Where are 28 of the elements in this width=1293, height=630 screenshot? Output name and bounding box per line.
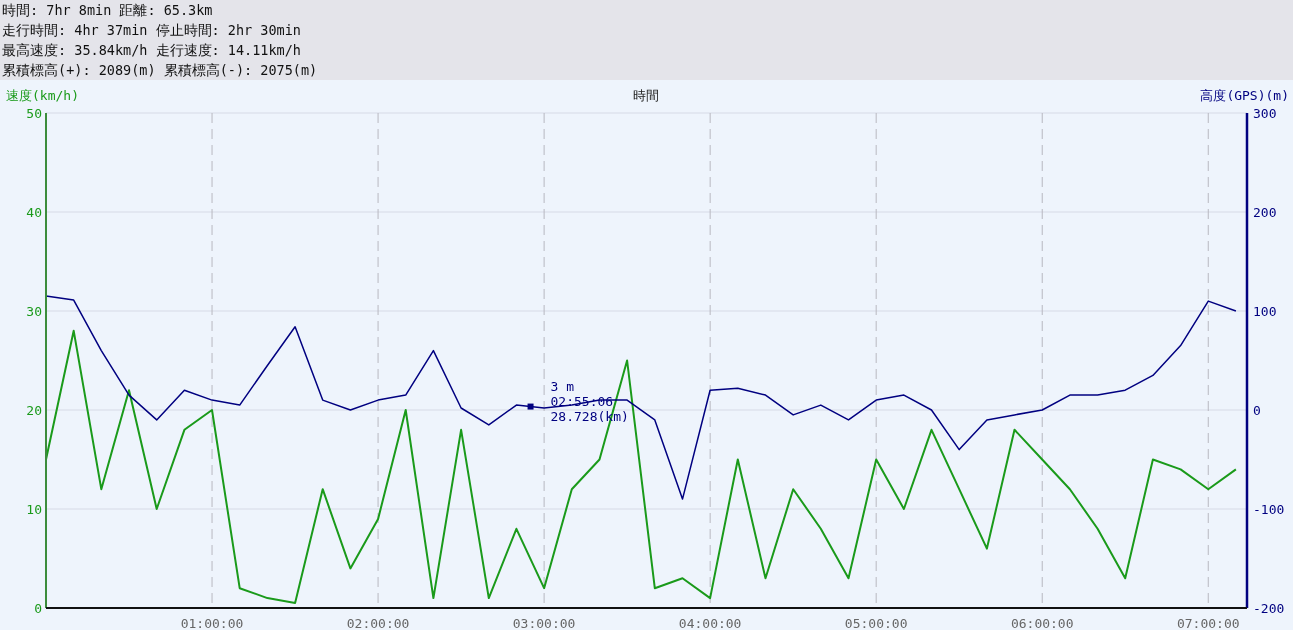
axis-tick-label: 0: [1253, 403, 1261, 418]
axis-tick-label: 50: [26, 106, 42, 121]
axis-tick-label: 200: [1253, 205, 1277, 220]
summary-text: 累積標高(+): 2089(m) 累積標高(-): 2075(m): [2, 61, 319, 80]
axis-tick-label: 05:00:00: [844, 616, 908, 630]
axis-tick-label: 04:00:00: [678, 616, 742, 630]
cursor-marker: [527, 403, 534, 410]
summary-text: 時間: 7hr 8min 距離: 65.3km: [2, 1, 214, 20]
axis-tick-label: 01:00:00: [180, 616, 244, 630]
y-axis-title: 高度(GPS)(m): [1200, 88, 1289, 103]
y-axis-title: 速度(km/h): [6, 88, 79, 103]
axis-tick-label: -200: [1253, 601, 1285, 616]
x-axis-title: 時間: [633, 88, 659, 103]
axis-tick-label: 10: [26, 502, 42, 517]
axis-tick-label: 40: [26, 205, 42, 220]
axis-tick-label: 06:00:00: [1010, 616, 1074, 630]
axis-tick-label: 30: [26, 304, 42, 319]
axis-tick-label: 07:00:00: [1176, 616, 1240, 630]
axis-tick-label: 300: [1253, 106, 1277, 121]
tooltip-text: 3 m: [550, 378, 575, 394]
axis-tick-label: 20: [26, 403, 42, 418]
summary-text: 走行時間: 4hr 37min 停止時間: 2hr 30min: [2, 21, 302, 40]
summary-text: 最高速度: 35.84km/h 走行速度: 14.11km/h: [2, 41, 302, 60]
axis-tick-label: 100: [1253, 304, 1277, 319]
axis-tick-label: 02:00:00: [346, 616, 410, 630]
axis-tick-label: 0: [34, 601, 42, 616]
axis-tick-label: -100: [1253, 502, 1285, 517]
axis-tick-label: 03:00:00: [512, 616, 576, 630]
